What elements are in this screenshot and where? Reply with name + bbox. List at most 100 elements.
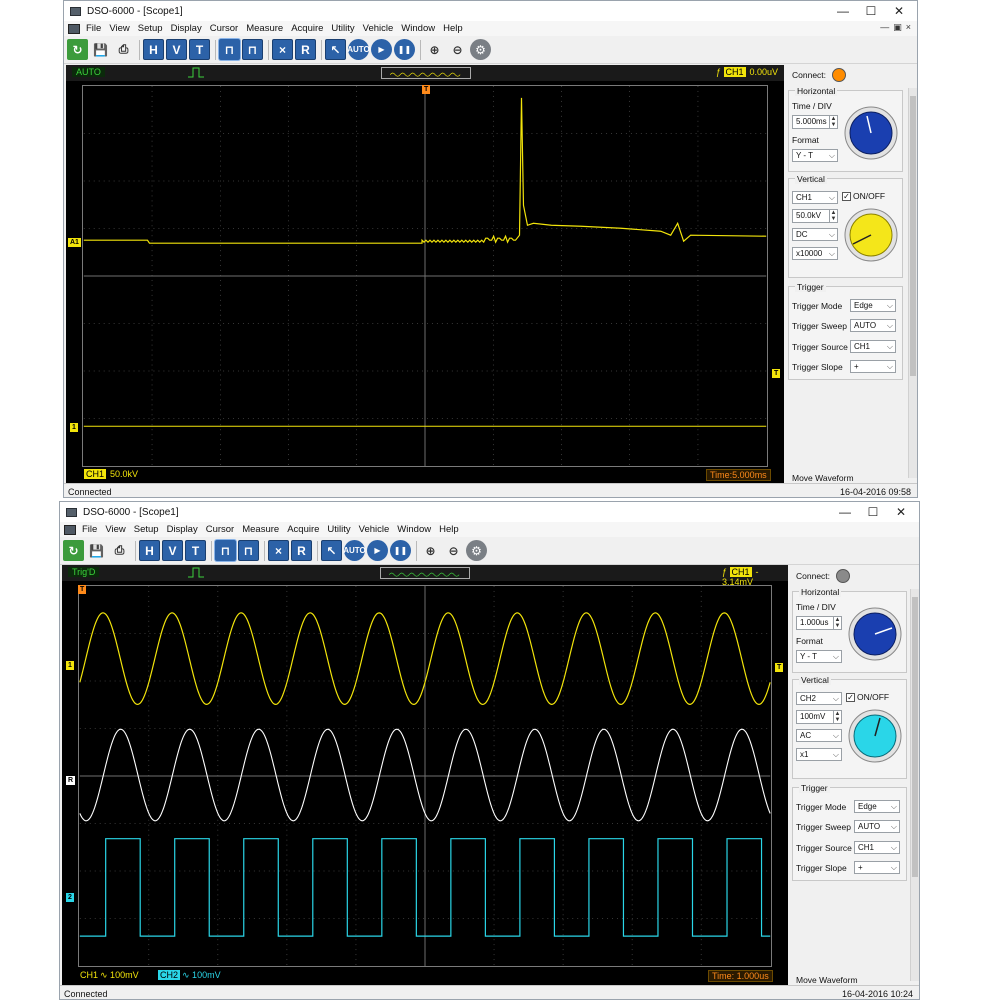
trigger-sweep-select[interactable]: AUTO <box>850 319 896 332</box>
time-div-spinner[interactable]: 1.000us ▲ ▼ <box>796 616 842 630</box>
measure-icon[interactable]: ⊓ <box>242 39 263 60</box>
mdi-minimize-icon[interactable]: — <box>880 22 889 33</box>
menu-help[interactable]: Help <box>439 524 459 535</box>
menu-acquire[interactable]: Acquire <box>287 524 319 535</box>
zoom-out-icon[interactable]: ⊖ <box>447 39 468 60</box>
math-icon[interactable]: × <box>272 39 293 60</box>
run-icon[interactable]: ▶ <box>371 39 392 60</box>
zoom-in-icon[interactable]: ⊕ <box>424 39 445 60</box>
horizontal-icon[interactable]: H <box>143 39 164 60</box>
menu-setup[interactable]: Setup <box>134 524 159 535</box>
pulse-icon[interactable]: ⊓ <box>219 39 240 60</box>
volts-div-spinner[interactable]: 100mV ▲ ▼ <box>796 710 842 724</box>
spin-arrows-icon[interactable]: ▲ ▼ <box>829 210 837 222</box>
menu-help[interactable]: Help <box>443 23 463 34</box>
save-icon[interactable]: 💾 <box>86 540 107 561</box>
print-icon[interactable]: ⎙ <box>113 39 134 60</box>
menu-cursor[interactable]: Cursor <box>210 23 239 34</box>
zoom-out-icon[interactable]: ⊖ <box>443 540 464 561</box>
save-icon[interactable]: 💾 <box>90 39 111 60</box>
settings-icon[interactable]: ⚙ <box>470 39 491 60</box>
maximize-icon[interactable]: ☐ <box>857 3 885 19</box>
volts-div-knob[interactable] <box>843 207 899 263</box>
trigger-slope-select[interactable]: + <box>854 861 900 874</box>
channel-onoff-checkbox[interactable]: ✓ ON/OFF <box>842 191 885 201</box>
mdi-document-icon[interactable] <box>68 23 80 34</box>
volts-div-spinner[interactable]: 50.0kV ▲ ▼ <box>792 209 838 223</box>
menu-measure[interactable]: Measure <box>246 23 283 34</box>
mdi-document-icon[interactable] <box>64 524 76 535</box>
trigger-slope-select[interactable]: + <box>850 360 896 373</box>
pulse-icon[interactable]: ⊓ <box>215 540 236 561</box>
probe-select[interactable]: x1 <box>796 748 842 761</box>
settings-icon[interactable]: ⚙ <box>466 540 487 561</box>
waveform-overview[interactable] <box>380 567 470 579</box>
vertical-icon[interactable]: V <box>166 39 187 60</box>
measure-icon[interactable]: ⊓ <box>238 540 259 561</box>
spin-arrows-icon[interactable]: ▲ ▼ <box>829 116 837 128</box>
minimize-icon[interactable]: — <box>829 3 857 19</box>
spin-arrows-icon[interactable]: ▲ ▼ <box>833 617 841 629</box>
time-div-knob[interactable] <box>843 105 899 161</box>
volts-div-knob[interactable] <box>847 708 903 764</box>
probe-select[interactable]: x10000 <box>792 247 838 260</box>
trigger-level-marker[interactable]: T <box>775 663 784 672</box>
menu-utility[interactable]: Utility <box>331 23 354 34</box>
waveform-grid[interactable] <box>78 585 772 967</box>
maximize-icon[interactable]: ☐ <box>859 504 887 520</box>
trigger-level-marker[interactable]: T <box>772 369 781 378</box>
mdi-close-icon[interactable]: × <box>906 22 911 33</box>
print-icon[interactable]: ⎙ <box>109 540 130 561</box>
trigger-position-marker[interactable]: T <box>422 85 431 94</box>
minimize-icon[interactable]: — <box>831 504 859 520</box>
trigger-mode-select[interactable]: Edge <box>854 800 900 813</box>
trigger-source-select[interactable]: CH1 <box>854 841 900 854</box>
time-div-spinner[interactable]: 5.000ms ▲ ▼ <box>792 115 838 129</box>
channel-onoff-checkbox[interactable]: ✓ ON/OFF <box>846 692 889 702</box>
auto-icon[interactable]: AUTO <box>343 540 366 561</box>
checkbox-icon[interactable]: ✓ <box>846 692 855 702</box>
vertical-icon[interactable]: V <box>162 540 183 561</box>
panel-scrollbar[interactable] <box>910 589 919 981</box>
close-icon[interactable]: ✕ <box>885 3 913 19</box>
trigger-sweep-select[interactable]: AUTO <box>854 820 900 833</box>
ch1-ground-marker[interactable]: 1 <box>70 423 78 432</box>
format-select[interactable]: Y - T <box>792 149 838 162</box>
mdi-restore-icon[interactable]: ▣ <box>893 22 902 33</box>
open-icon[interactable]: ↻ <box>63 540 84 561</box>
reference-icon[interactable]: R <box>295 39 316 60</box>
spin-arrows-icon[interactable]: ▲ ▼ <box>833 711 841 723</box>
trigger-icon[interactable]: T <box>189 39 210 60</box>
zoom-in-icon[interactable]: ⊕ <box>420 540 441 561</box>
trigger-source-select[interactable]: CH1 <box>850 340 896 353</box>
scrollbar-thumb[interactable] <box>912 597 918 877</box>
reference-icon[interactable]: R <box>291 540 312 561</box>
title-bar[interactable]: DSO-6000 - [Scope1] — ☐ ✕ <box>64 1 917 21</box>
menu-window[interactable]: Window <box>397 524 431 535</box>
pause-icon[interactable]: ❚❚ <box>394 39 415 60</box>
format-select[interactable]: Y - T <box>796 650 842 663</box>
menu-file[interactable]: File <box>86 23 101 34</box>
menu-setup[interactable]: Setup <box>138 23 163 34</box>
open-icon[interactable]: ↻ <box>67 39 88 60</box>
menu-view[interactable]: View <box>105 524 125 535</box>
horizontal-icon[interactable]: H <box>139 540 160 561</box>
panel-scrollbar[interactable] <box>908 88 917 478</box>
menu-view[interactable]: View <box>109 23 129 34</box>
menu-display[interactable]: Display <box>167 524 198 535</box>
cursor-icon[interactable]: ↖ <box>321 540 342 561</box>
auto-icon[interactable]: AUTO <box>347 39 370 60</box>
coupling-select[interactable]: AC <box>796 729 842 742</box>
time-div-knob[interactable] <box>847 606 903 662</box>
pause-icon[interactable]: ❚❚ <box>390 540 411 561</box>
close-icon[interactable]: ✕ <box>887 504 915 520</box>
coupling-select[interactable]: DC <box>792 228 838 241</box>
menu-utility[interactable]: Utility <box>327 524 350 535</box>
checkbox-icon[interactable]: ✓ <box>842 191 851 201</box>
menu-display[interactable]: Display <box>171 23 202 34</box>
run-icon[interactable]: ▶ <box>367 540 388 561</box>
waveform-grid[interactable] <box>82 85 768 467</box>
ch1-ground-marker[interactable]: 1 <box>66 661 74 670</box>
cursor-icon[interactable]: ↖ <box>325 39 346 60</box>
channel-select[interactable]: CH2 <box>796 692 842 705</box>
